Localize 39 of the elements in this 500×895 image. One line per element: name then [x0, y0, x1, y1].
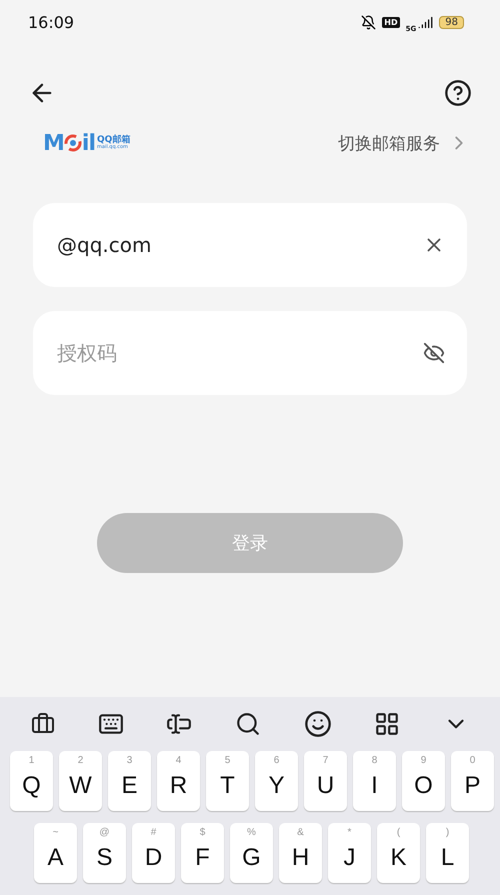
logo-text: il [82, 130, 95, 156]
password-input[interactable]: 授权码 [55, 340, 423, 366]
switch-service-link[interactable]: 切换邮箱服务 [338, 132, 470, 154]
logo-brand: QQ邮箱 [97, 136, 130, 145]
keyboard-key[interactable]: $ F [181, 823, 224, 883]
keyboard-key[interactable]: & H [279, 823, 322, 883]
eye-off-icon[interactable] [423, 342, 445, 364]
email-input[interactable]: @qq.com [55, 232, 423, 258]
keyboard-key[interactable]: ( K [377, 823, 420, 883]
keyboard-key[interactable]: 9 O [402, 751, 445, 811]
signal-icon [418, 15, 434, 30]
keyboard-key[interactable]: * J [328, 823, 371, 883]
mute-icon [361, 15, 376, 30]
status-time: 16:09 [28, 13, 74, 32]
smiley-icon[interactable] [304, 710, 332, 738]
keyboard-key[interactable]: @ S [83, 823, 126, 883]
keyboard-key[interactable]: 6 Y [255, 751, 298, 811]
keyboard-key[interactable]: 8 I [353, 751, 396, 811]
keyboard-key[interactable]: % G [230, 823, 273, 883]
logo-icon [64, 134, 82, 152]
keyboard-key[interactable]: # D [132, 823, 175, 883]
grid-icon[interactable] [374, 711, 400, 737]
keyboard-key[interactable]: 4 R [157, 751, 200, 811]
help-button[interactable] [444, 79, 472, 107]
password-field[interactable]: 授权码 [33, 311, 467, 395]
keyboard-key[interactable]: 1 Q [10, 751, 53, 811]
keyboard-key[interactable]: 2 W [59, 751, 102, 811]
keyboard-key[interactable]: 0 P [451, 751, 494, 811]
keyboard-key[interactable]: ~ A [34, 823, 77, 883]
keyboard-key[interactable]: ) L [426, 823, 469, 883]
email-field[interactable]: @qq.com [33, 203, 467, 287]
keyboard-key[interactable]: 3 E [108, 751, 151, 811]
keyboard-key[interactable]: 5 T [206, 751, 249, 811]
briefcase-icon[interactable] [31, 712, 56, 736]
keyboard-key[interactable]: 7 U [304, 751, 347, 811]
hd-badge: HD [382, 17, 400, 28]
search-icon[interactable] [234, 711, 261, 737]
battery-level: 98 [439, 16, 464, 29]
logo-text: M [43, 130, 64, 156]
